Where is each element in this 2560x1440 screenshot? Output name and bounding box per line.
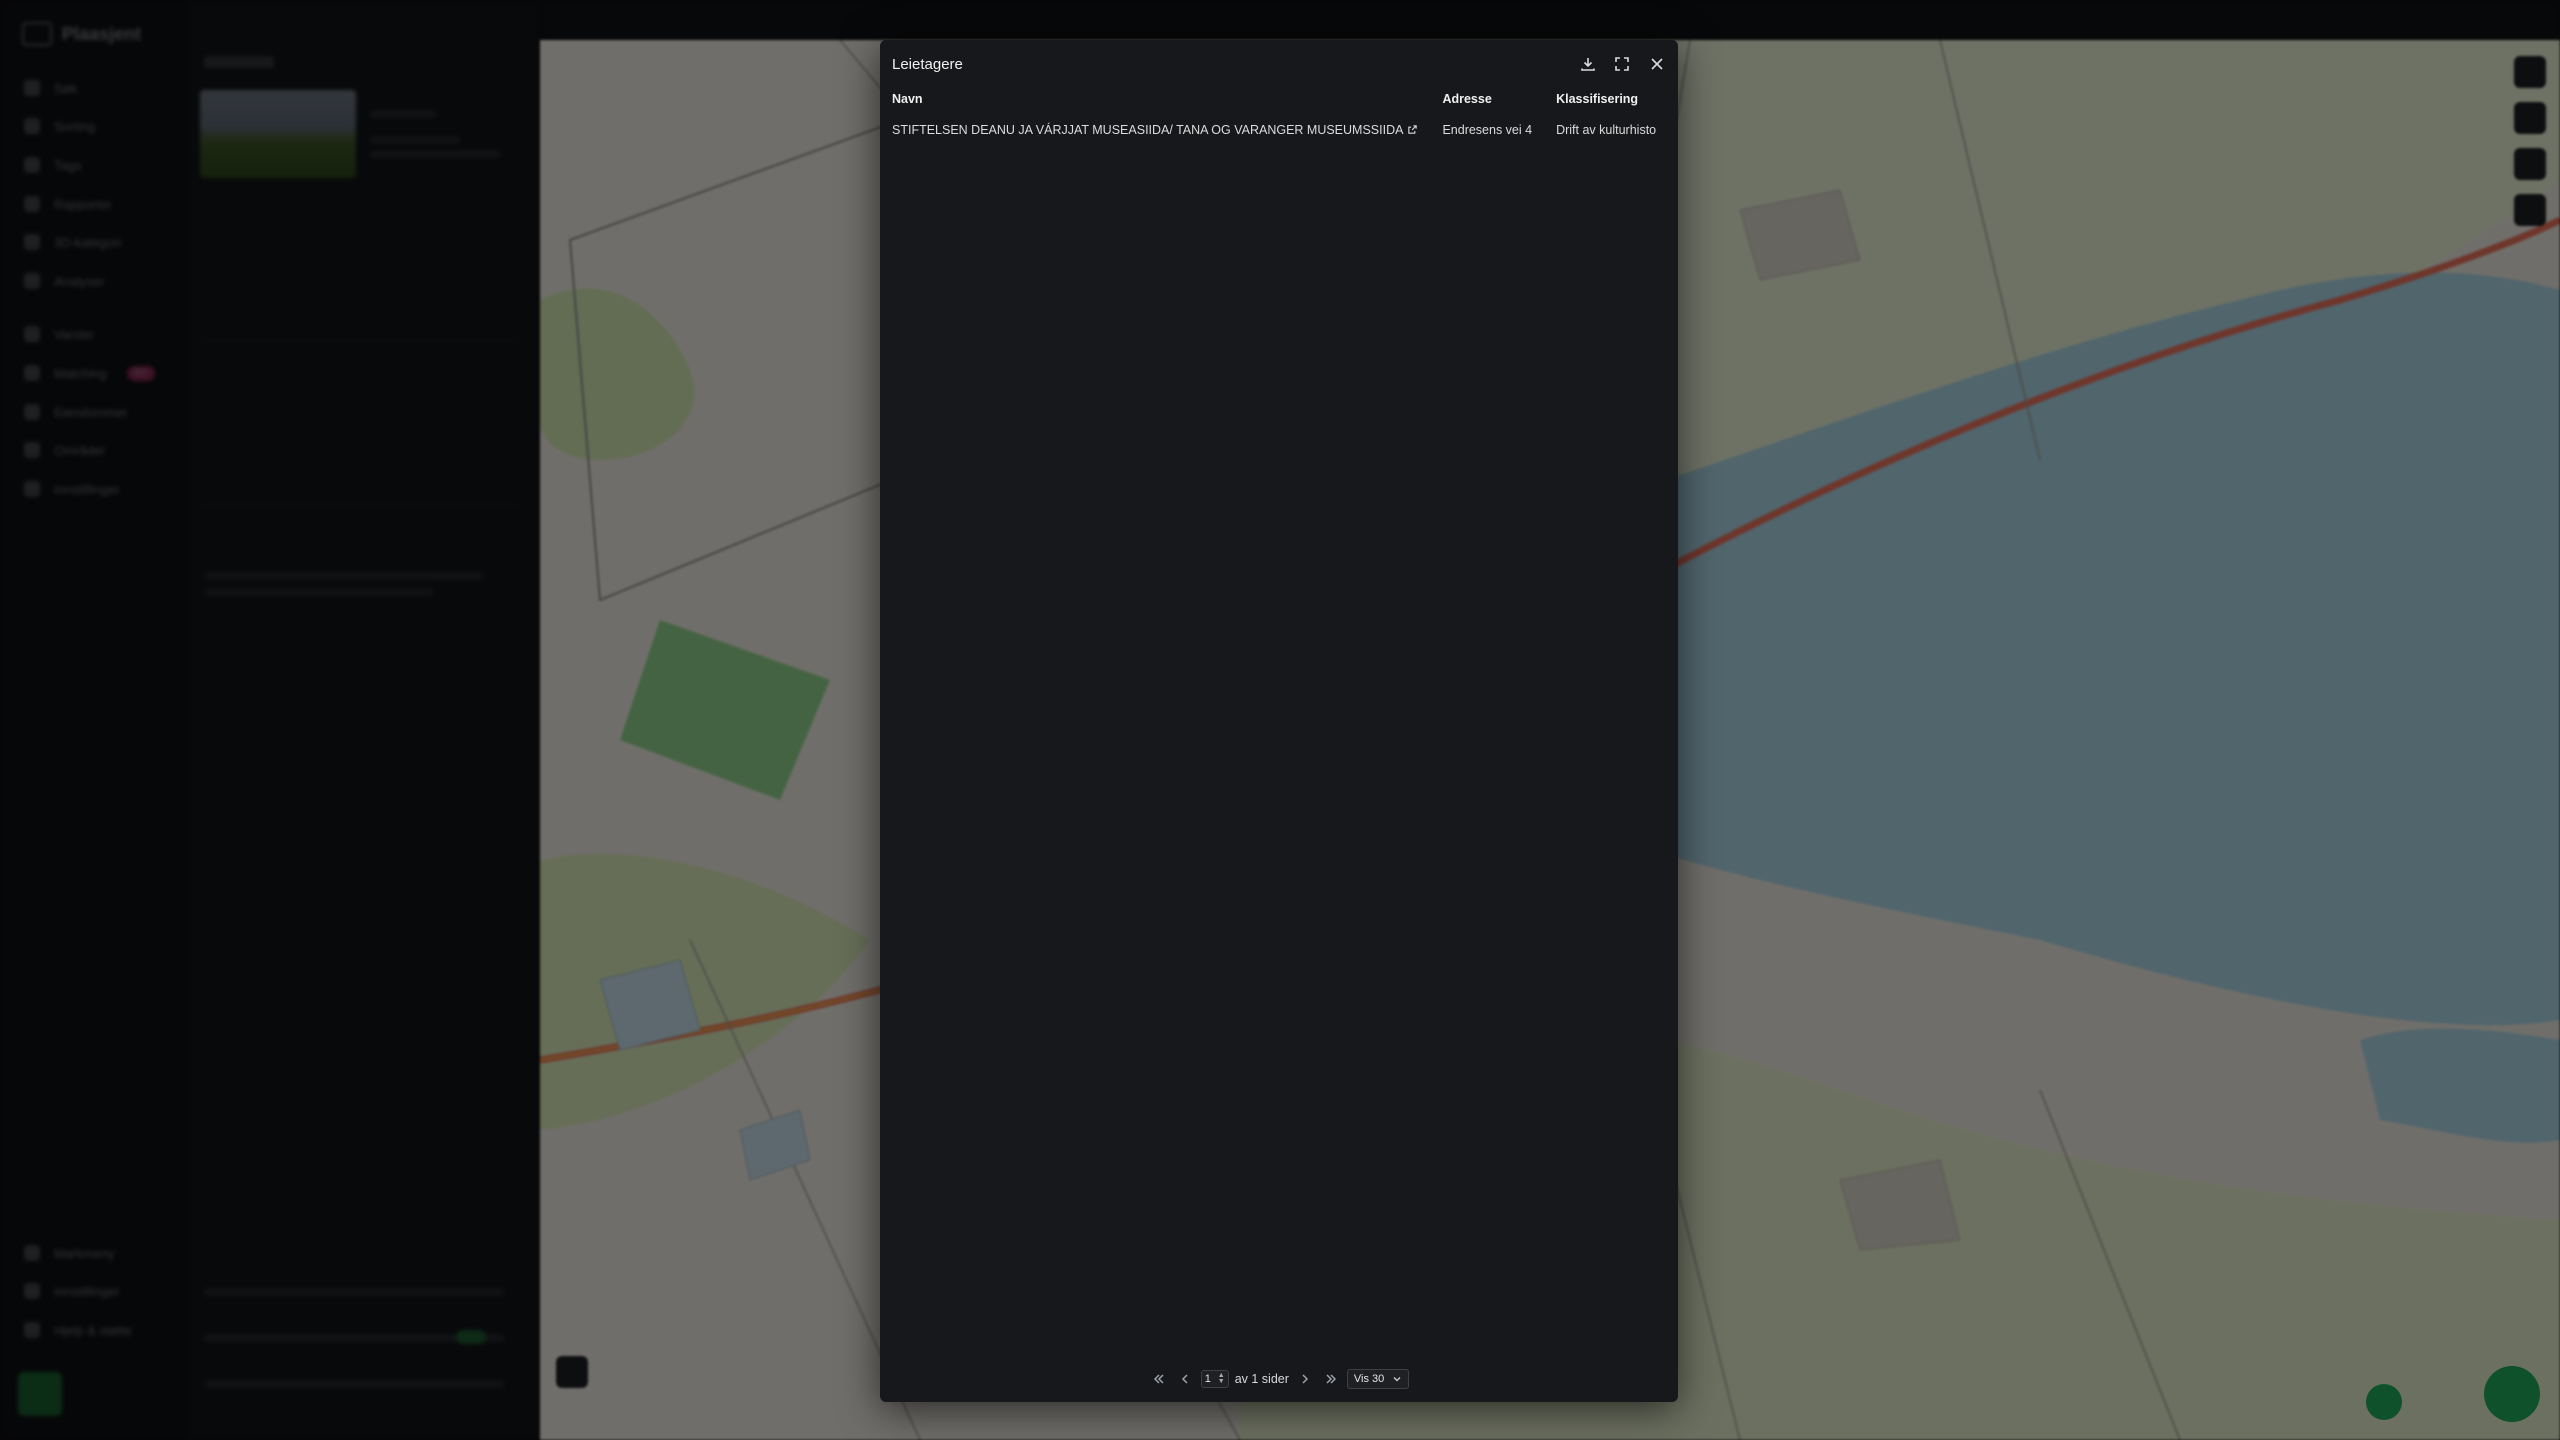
chevrons-right-icon	[1326, 1374, 1336, 1384]
nav-item-3d[interactable]: 3D-kategori	[24, 234, 121, 250]
nav-item-marker-menu[interactable]: Markmeny	[24, 1245, 115, 1261]
nav-item-properties[interactable]: Eiendommer	[24, 404, 128, 420]
map-zoom-in-button[interactable]	[2514, 102, 2546, 134]
close-icon	[1651, 58, 1663, 70]
tenant-name-cell: STIFTELSEN DEANU JA VÁRJJAT MUSEASIIDA/ …	[892, 110, 1442, 150]
chevron-down-icon	[1393, 1377, 1401, 1382]
page-number-value: 1	[1204, 1373, 1211, 1385]
bell-icon	[24, 326, 40, 342]
tenants-dialog: Leietagere Navn Adresse Klassifisering S…	[880, 40, 1678, 1402]
nav-item-tags[interactable]: Tags	[24, 157, 81, 173]
tenant-name-link[interactable]: STIFTELSEN DEANU JA VÁRJJAT MUSEASIIDA/ …	[892, 123, 1403, 137]
left-navigation: Plaasjent Søk Sorting Tags Rapporter 3D-…	[0, 0, 188, 1440]
page-size-select[interactable]: Vis 30	[1346, 1369, 1410, 1389]
close-button[interactable]	[1643, 50, 1671, 78]
page-count-label: av 1 sider	[1234, 1372, 1289, 1386]
fullscreen-icon	[1615, 57, 1629, 71]
map-zoom-out-button[interactable]	[2514, 148, 2546, 180]
report-icon	[24, 196, 40, 212]
chat-button[interactable]	[2484, 1366, 2540, 1422]
page-size-value: Vis 30	[1353, 1373, 1385, 1385]
chart-icon	[24, 273, 40, 289]
fullscreen-button[interactable]	[1608, 50, 1636, 78]
panel-line	[204, 572, 484, 580]
avatar[interactable]	[18, 1372, 62, 1416]
sort-icon	[24, 118, 40, 134]
nav-item-sorting[interactable]: Sorting	[24, 118, 95, 134]
dialog-title: Leietagere	[892, 56, 963, 73]
chevron-left-icon	[1181, 1374, 1188, 1384]
pagination: 1 ▲ ▼ av 1 sider Vis 30	[880, 1368, 1678, 1390]
top-toolbar	[540, 0, 2560, 40]
tenant-classification-cell: Drift av kulturhisto	[1556, 123, 1657, 137]
brand-name: Plaasjent	[62, 23, 142, 44]
panel-line	[204, 1380, 504, 1388]
stepper-icon[interactable]: ▲ ▼	[1218, 1372, 1225, 1385]
panel-divider	[200, 505, 520, 507]
property-thumbnail	[200, 90, 356, 178]
help-icon	[24, 1322, 40, 1338]
nav-item-alerts[interactable]: Varsler	[24, 326, 94, 342]
panel-line	[370, 110, 436, 118]
panel-line	[370, 150, 500, 158]
column-header-name[interactable]: Navn	[892, 88, 1442, 110]
next-page-button[interactable]	[1295, 1369, 1315, 1389]
column-header-classification[interactable]: Klassifisering	[1556, 88, 1678, 110]
panel-divider	[200, 340, 520, 342]
panel-line	[370, 136, 460, 144]
nav-item-analysis[interactable]: Analyser	[24, 273, 105, 289]
download-button[interactable]	[1574, 50, 1602, 78]
toggle-switch[interactable]	[456, 1330, 486, 1344]
property-side-panel	[188, 0, 540, 1440]
column-header-address[interactable]: Adresse	[1442, 88, 1556, 110]
external-link-icon[interactable]	[1407, 124, 1418, 135]
nav-item-settings[interactable]: Innstillinger	[24, 481, 120, 497]
download-icon	[1581, 58, 1595, 71]
tenants-table: Navn Adresse Klassifisering STIFTELSEN D…	[892, 88, 1678, 150]
chevrons-left-icon	[1153, 1374, 1164, 1384]
tenant-address-cell: Endresens vei 4	[1442, 123, 1533, 137]
match-icon	[24, 365, 40, 381]
page-number-input[interactable]: 1 ▲ ▼	[1200, 1370, 1229, 1388]
map-basemap-button[interactable]	[556, 1356, 588, 1388]
nav-item-reports[interactable]: Rapporter	[24, 196, 112, 212]
new-badge: NY	[126, 365, 155, 381]
map-layers-button[interactable]	[2514, 56, 2546, 88]
last-page-button[interactable]	[1321, 1369, 1341, 1389]
area-icon	[24, 442, 40, 458]
marker-icon	[24, 1245, 40, 1261]
map-location-button[interactable]	[2514, 194, 2546, 226]
table-header-row: Navn Adresse Klassifisering	[892, 88, 1678, 110]
nav-item-search[interactable]: Søk	[24, 80, 77, 96]
gear-icon	[24, 1283, 40, 1299]
building-icon	[24, 404, 40, 420]
cube-icon	[24, 234, 40, 250]
previous-page-button[interactable]	[1175, 1369, 1195, 1389]
logo-icon	[22, 22, 52, 46]
chevron-right-icon	[1302, 1374, 1308, 1384]
panel-line	[204, 588, 434, 596]
panel-title-placeholder	[204, 56, 274, 68]
table-row: STIFTELSEN DEANU JA VÁRJJAT MUSEASIIDA/ …	[892, 110, 1678, 150]
first-page-button[interactable]	[1149, 1369, 1169, 1389]
nav-item-help[interactable]: Hjelp & støtte	[24, 1322, 132, 1338]
search-icon	[24, 80, 40, 96]
info-button[interactable]	[2366, 1384, 2402, 1420]
panel-line	[204, 1288, 504, 1296]
nav-item-matching[interactable]: Matching NY	[24, 365, 155, 381]
app-logo: Plaasjent	[22, 22, 141, 46]
gear-icon	[24, 481, 40, 497]
nav-item-areas[interactable]: Områder	[24, 442, 105, 458]
nav-item-bottom-settings[interactable]: Innstillinger	[24, 1283, 120, 1299]
tag-icon	[24, 157, 40, 173]
